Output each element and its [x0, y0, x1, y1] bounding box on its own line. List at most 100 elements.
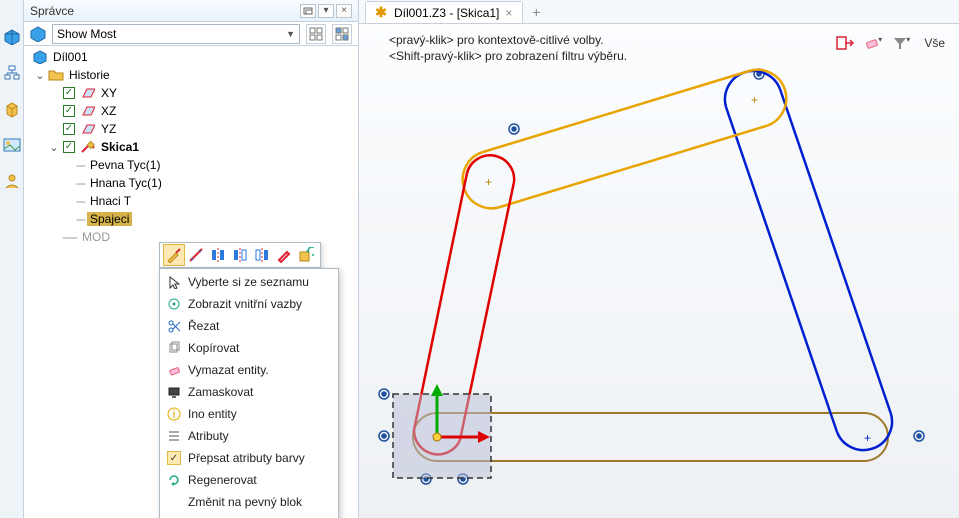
replace-box-icon[interactable] [295, 244, 317, 266]
folder-icon [48, 68, 64, 82]
tree-root[interactable]: Díl001 [24, 48, 358, 66]
menu-item-select-from-list[interactable]: Vyberte si ze seznamu [160, 271, 338, 293]
menu-label: Vymazat entity. [188, 363, 338, 377]
menu-label: Řezat [188, 319, 338, 333]
checkbox-icon[interactable]: ✓ [63, 123, 75, 135]
manager-header: Správce ▾ × [24, 0, 358, 22]
menu-item-ino-entity[interactable]: i Ino entity [160, 403, 338, 425]
info-icon: i [167, 407, 181, 421]
tree-line-icon: --- [76, 194, 85, 208]
tree-line-icon: ----- [62, 230, 77, 244]
plane-label: XY [98, 86, 120, 100]
context-mini-toolbar [159, 242, 321, 268]
tree-plane-xy[interactable]: ✓ XY [24, 84, 358, 102]
plane-label: XZ [98, 104, 119, 118]
refresh-icon [167, 473, 181, 487]
mirror-2-icon[interactable] [229, 244, 251, 266]
part-cube-icon[interactable] [30, 26, 46, 42]
svg-text:i: i [173, 407, 176, 421]
show-mode-dropdown[interactable]: Show Most ▼ [52, 24, 300, 44]
sketch-icon [80, 140, 96, 154]
toolbar-grid-button[interactable] [306, 24, 326, 44]
blue-center-mark: + [864, 431, 871, 445]
tree-line-icon: --- [76, 158, 85, 172]
tree-sketch[interactable]: ⌄ ✓ Skica1 [24, 138, 358, 156]
document-tab[interactable]: ✱ Díl001.Z3 - [Skica1] × [365, 1, 523, 23]
manager-title: Správce [30, 4, 298, 18]
menu-item-attributes[interactable]: Atributy [160, 425, 338, 447]
tab-star-icon: ✱ [374, 6, 388, 20]
cursor-icon [167, 275, 181, 289]
manager-toolbar: Show Most ▼ [24, 22, 358, 46]
person-icon[interactable] [3, 172, 21, 190]
menu-label: Zamaskovat [188, 385, 338, 399]
checkbox-icon[interactable]: ✓ [63, 105, 75, 117]
menu-label: Regenerovat [188, 473, 338, 487]
orange-center-1: + [485, 175, 492, 189]
feature-label: MOD [79, 230, 113, 244]
mirror-3-icon[interactable] [251, 244, 273, 266]
menu-label: Zobrazit vnitřní vazby [188, 297, 338, 311]
edit-sketch-icon[interactable] [163, 244, 185, 266]
mirror-1-icon[interactable] [207, 244, 229, 266]
context-menu: Vyberte si ze seznamu Zobrazit vnitřní v… [159, 268, 339, 518]
part-icon [32, 50, 48, 64]
tree-feature-hnana[interactable]: --- Hnana Tyc(1) [24, 174, 358, 192]
plane-icon [80, 104, 96, 118]
menu-item-cut[interactable]: Řezat [160, 315, 338, 337]
menu-item-customize[interactable]: Přizpůsobit [160, 513, 338, 518]
tree-history-label: Historie [66, 68, 113, 82]
menu-label: Přepsat atributy barvy [188, 451, 338, 465]
menu-item-show-constraints[interactable]: Zobrazit vnitřní vazby [160, 293, 338, 315]
menu-item-copy[interactable]: Kopírovat [160, 337, 338, 359]
menu-item-change-to-block[interactable]: Změnit na pevný blok [160, 491, 338, 513]
menu-item-override-color[interactable]: ✓Přepsat atributy barvy [160, 447, 338, 469]
tree-plane-xz[interactable]: ✓ XZ [24, 102, 358, 120]
tree-root-label: Díl001 [50, 50, 91, 64]
plane-icon [80, 86, 96, 100]
new-tab-button[interactable]: + [527, 3, 545, 21]
tree-plane-yz[interactable]: ✓ YZ [24, 120, 358, 138]
menu-label: Vyberte si ze seznamu [188, 275, 338, 289]
tree-feature-pevna[interactable]: --- Pevna Tyc(1) [24, 156, 358, 174]
window-docking-icon[interactable] [300, 4, 316, 18]
collapse-icon[interactable]: ⌄ [34, 69, 46, 81]
tree-feature-spajeci[interactable]: --- Spajeci [24, 210, 358, 228]
sketch-svg: + + + [359, 24, 959, 518]
feature-label: Hnana Tyc(1) [87, 176, 165, 190]
tree-line-icon: --- [76, 176, 85, 190]
menu-item-blank[interactable]: Zamaskovat [160, 381, 338, 403]
tree-feature-hnaci[interactable]: --- Hnaci T [24, 192, 358, 210]
dropdown-icon[interactable]: ▾ [318, 4, 334, 18]
orange-center-2: + [751, 93, 758, 107]
toolbar-filter-button[interactable] [332, 24, 352, 44]
left-vertical-toolbar [0, 0, 24, 518]
box-icon[interactable] [3, 100, 21, 118]
plane-icon [80, 122, 96, 136]
close-tab-icon[interactable]: × [505, 6, 512, 20]
list-icon [167, 429, 181, 443]
picture-sun-icon[interactable] [3, 136, 21, 154]
tab-label: Díl001.Z3 - [Skica1] [394, 6, 499, 20]
checkbox-icon[interactable]: ✓ [63, 141, 75, 153]
menu-label: Atributy [188, 429, 338, 443]
tree-history[interactable]: ⌄ Historie [24, 66, 358, 84]
menu-label: Ino entity [188, 407, 338, 421]
copy-icon [167, 341, 181, 355]
feature-label: Pevna Tyc(1) [87, 158, 163, 172]
collapse-icon[interactable]: ⌄ [48, 141, 60, 153]
hierarchy-icon[interactable] [3, 64, 21, 82]
checkbox-icon[interactable]: ✓ [63, 87, 75, 99]
cube-tool-icon[interactable] [3, 28, 21, 46]
delete-pen-icon[interactable] [273, 244, 295, 266]
menu-item-erase[interactable]: Vymazat entity. [160, 359, 338, 381]
close-panel-icon[interactable]: × [336, 4, 352, 18]
chevron-down-icon: ▼ [286, 29, 295, 39]
document-area: ✱ Díl001.Z3 - [Skica1] × + <pravý-klik> … [359, 0, 959, 518]
sketch-canvas[interactable]: <pravý-klik> pro kontextově-citlivé volb… [359, 24, 959, 518]
dimension-icon[interactable] [185, 244, 207, 266]
document-tabbar: ✱ Díl001.Z3 - [Skica1] × + [359, 0, 959, 24]
monitor-icon [167, 385, 181, 399]
plane-label: YZ [98, 122, 119, 136]
menu-item-regenerate[interactable]: Regenerovat [160, 469, 338, 491]
